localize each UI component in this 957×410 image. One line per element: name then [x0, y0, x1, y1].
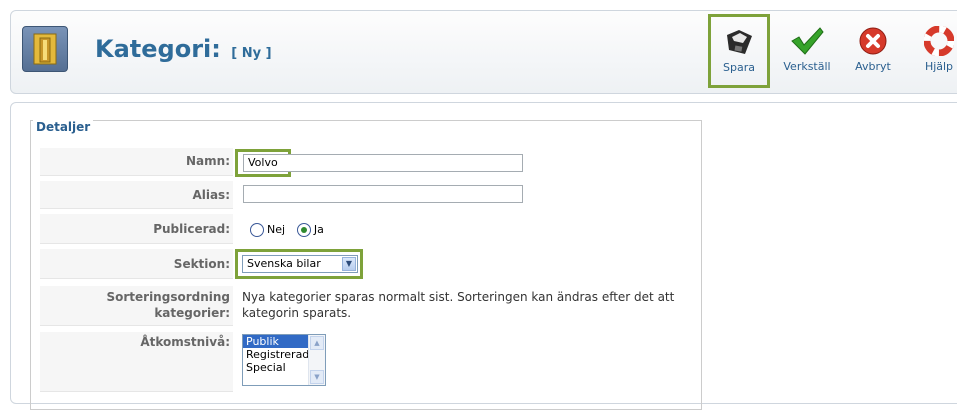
section-select-value: Svenska bilar: [247, 257, 321, 270]
save-button[interactable]: Spara: [708, 14, 770, 88]
help-button[interactable]: Hjälp: [907, 16, 957, 90]
cancel-icon: [859, 27, 887, 55]
alias-row: Alias:: [40, 181, 695, 209]
scroll-up-icon[interactable]: ▲: [310, 336, 324, 350]
ordering-label-line-1: Sorteringsordning: [106, 290, 230, 304]
floppy-disk-icon: [727, 30, 752, 54]
page-subtitle: [ Ny ]: [231, 46, 272, 61]
access-cell: Publik Registrerad Special ▲ ▼: [240, 332, 695, 392]
access-option[interactable]: Registrerad: [243, 348, 312, 361]
ordering-label: Sorteringsordning kategorier:: [40, 286, 233, 326]
page-title-text: Kategori:: [95, 35, 221, 63]
access-listbox[interactable]: Publik Registrerad Special ▲ ▼: [242, 334, 326, 386]
access-option[interactable]: Publik: [243, 335, 312, 348]
alias-label: Alias:: [40, 181, 233, 209]
section-cell: Svenska bilar ▼: [235, 249, 695, 279]
cancel-label: Avbryt: [855, 60, 891, 73]
section-label: Sektion:: [40, 249, 233, 279]
ordering-note: Nya kategorier sparas normalt sist. Sort…: [242, 289, 674, 321]
ordering-label-line-2: kategorier:: [154, 306, 230, 320]
section-select[interactable]: Svenska bilar ▼: [242, 255, 358, 273]
name-row: Namn: Volvo: [40, 148, 695, 177]
name-input[interactable]: Volvo: [243, 154, 523, 172]
apply-button[interactable]: Verkställ: [775, 16, 839, 90]
save-label: Spara: [723, 61, 755, 74]
name-label: Namn:: [40, 148, 233, 176]
help-label: Hjälp: [924, 60, 954, 73]
chevron-down-icon[interactable]: ▼: [342, 257, 356, 271]
published-yes-label: Ja: [313, 223, 324, 236]
published-no-label: Nej: [267, 223, 286, 236]
scroll-down-icon[interactable]: ▼: [310, 370, 324, 384]
published-row: Publicerad: Nej Ja: [40, 214, 695, 244]
published-yes-radio[interactable]: [296, 222, 311, 237]
published-no-radio[interactable]: [250, 222, 264, 237]
apply-label: Verkställ: [783, 60, 831, 73]
published-cell: Nej Ja: [240, 214, 695, 244]
ordering-row: Sorteringsordning kategorier: Nya katego…: [40, 286, 695, 326]
alias-cell: [240, 181, 695, 209]
ordering-note-line-2: kategorin sparats.: [242, 306, 352, 320]
checkmark-icon: [791, 27, 824, 55]
published-label: Publicerad:: [40, 214, 233, 244]
ordering-note-line-1: Nya kategorier sparas normalt sist. Sort…: [242, 290, 675, 304]
access-label: Åtkomstnivå:: [40, 332, 233, 392]
lifebuoy-icon: [924, 26, 954, 56]
category-icon: [22, 26, 68, 72]
section-row: Sektion: Svenska bilar ▼: [40, 249, 695, 279]
alias-input[interactable]: [243, 185, 523, 203]
access-row: Åtkomstnivå: Publik Registrerad Special …: [40, 332, 695, 392]
toolbar-header: Kategori: [ Ny ] Spara Verkställ Avbryt …: [10, 10, 957, 94]
details-legend: Detaljer: [33, 120, 94, 134]
listbox-scrollbar[interactable]: ▲ ▼: [308, 335, 325, 385]
name-cell: Volvo: [235, 148, 695, 177]
page-title: Kategori: [ Ny ]: [95, 35, 272, 63]
ordering-cell: Nya kategorier sparas normalt sist. Sort…: [240, 286, 695, 326]
cancel-button[interactable]: Avbryt: [841, 16, 905, 90]
access-option[interactable]: Special: [243, 361, 312, 374]
